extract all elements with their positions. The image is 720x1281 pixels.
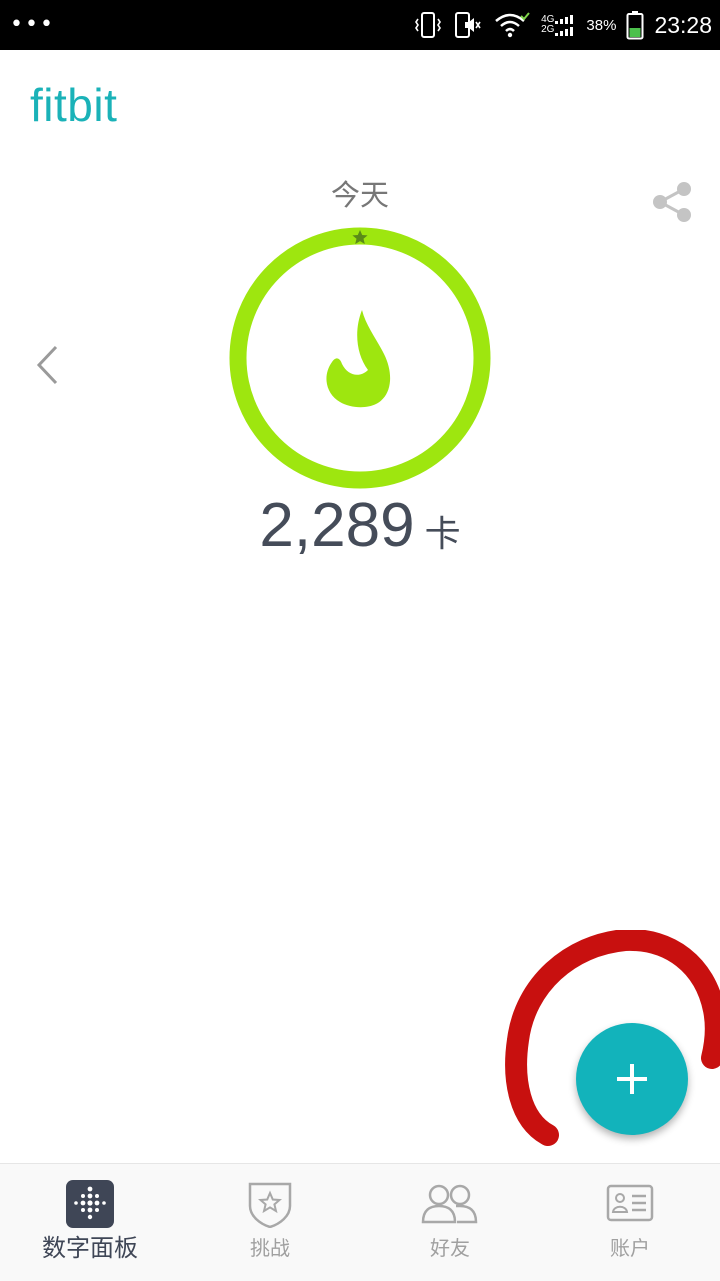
dashboard-icon	[66, 1180, 114, 1228]
tab-account[interactable]: 账户	[540, 1164, 720, 1281]
account-icon	[606, 1184, 654, 1222]
tab-dashboard-label: 数字面板	[42, 1234, 138, 1262]
add-button[interactable]	[576, 1023, 688, 1135]
battery-percent: 38%	[586, 16, 617, 34]
calories-readout: 2,289 卡	[0, 490, 720, 561]
vibrate-icon	[413, 11, 443, 39]
status-icons: 4G 2G 38% 23:28	[413, 0, 712, 50]
challenge-icon	[248, 1182, 292, 1228]
signal-icon: 4G 2G	[541, 13, 576, 37]
tab-account-label: 账户	[610, 1236, 650, 1260]
friends-icon	[421, 1184, 478, 1224]
tab-challenges-label: 挑战	[250, 1236, 290, 1260]
wifi-icon	[493, 11, 531, 39]
calories-value: 2,289	[259, 491, 415, 560]
chevron-left-icon[interactable]	[34, 344, 64, 386]
flame-icon	[326, 310, 391, 408]
clock: 23:28	[654, 11, 712, 38]
network-2g: 2G	[541, 24, 555, 35]
calories-unit: 卡	[424, 514, 461, 555]
more-dots: •••	[10, 12, 55, 37]
calories-ring[interactable]	[228, 226, 492, 490]
status-bar: ••• 4G 2G 38% 23:28	[0, 0, 720, 50]
plus-icon	[617, 1064, 647, 1094]
tab-challenges[interactable]: 挑战	[180, 1164, 360, 1281]
mute-icon	[453, 11, 483, 39]
fitbit-logo: fitbit	[30, 79, 118, 131]
tab-friends-label: 好友	[430, 1236, 470, 1260]
tab-friends[interactable]: 好友	[360, 1164, 540, 1281]
day-label: 今天	[330, 178, 389, 212]
tab-dashboard[interactable]: 数字面板	[0, 1164, 180, 1281]
battery-icon	[626, 10, 644, 40]
bottom-navigation: 数字面板 挑战 好友 账户	[0, 1163, 720, 1281]
